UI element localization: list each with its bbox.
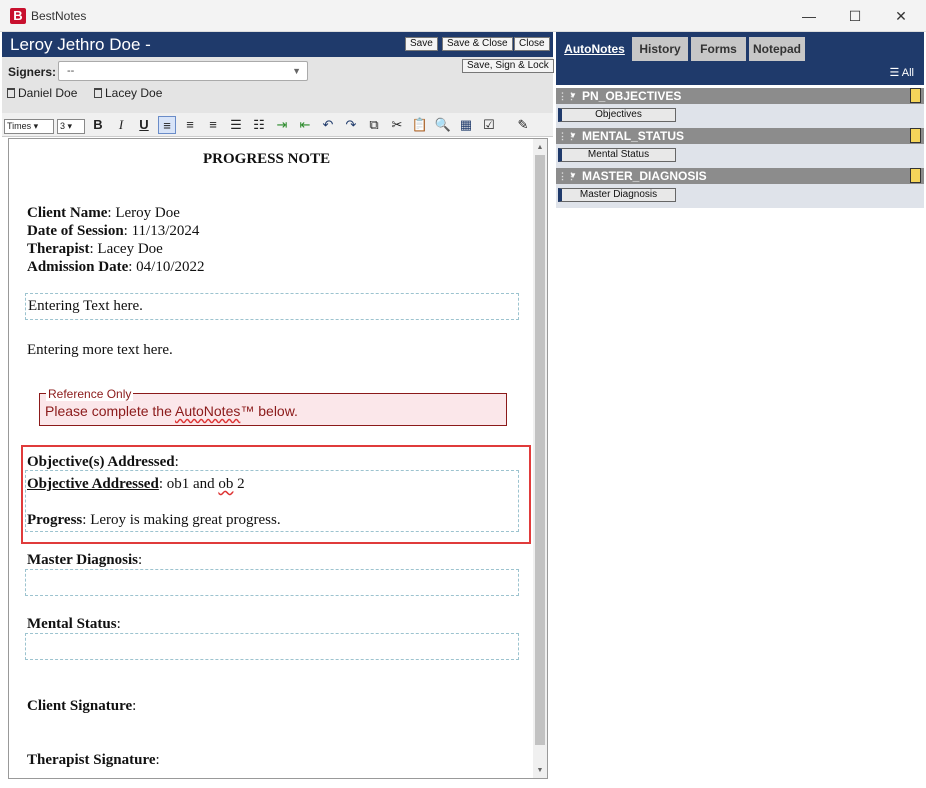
- numbered-list-icon[interactable]: ☰: [227, 116, 245, 134]
- signers-bar: Signers: -- ▼ Save, Sign & Lock Daniel D…: [2, 57, 554, 113]
- autonote-mental-status-button[interactable]: Mental Status: [558, 148, 676, 162]
- clipboard-icon[interactable]: [910, 168, 921, 183]
- client-signature-label: Client Signature:: [27, 698, 137, 714]
- table-icon[interactable]: ▦: [457, 116, 475, 134]
- clipboard-icon[interactable]: [910, 128, 921, 143]
- progress-line: Progress: Leroy is making great progress…: [27, 512, 281, 528]
- category-pn-objectives[interactable]: ⋮⋮ ▼ PN_OBJECTIVES: [556, 88, 924, 104]
- bullet-list-icon[interactable]: ☷: [250, 116, 268, 134]
- therapist-signature-label: Therapist Signature:: [27, 752, 160, 768]
- mental-status-heading: Mental Status:: [27, 616, 121, 632]
- tab-forms[interactable]: Forms: [691, 37, 746, 61]
- category-mental-status[interactable]: ⋮⋮ ▼ MENTAL_STATUS: [556, 128, 924, 144]
- align-left-icon[interactable]: ≡: [158, 116, 176, 134]
- reference-text: Please complete the AutoNotes™ below.: [45, 403, 298, 419]
- objective-addressed-line: Objective Addressed: ob1 and ob 2: [27, 476, 245, 492]
- tab-notepad[interactable]: Notepad: [749, 37, 805, 61]
- category-row: Objectives: [556, 104, 924, 128]
- objectives-heading: Objective(s) Addressed:: [27, 454, 179, 470]
- category-row: Master Diagnosis: [556, 184, 924, 208]
- trash-icon[interactable]: [94, 88, 102, 98]
- signer-daniel[interactable]: Daniel Doe: [7, 86, 77, 100]
- category-row: Mental Status: [556, 144, 924, 168]
- autonote-objectives-button[interactable]: Objectives: [558, 108, 676, 122]
- field-therapist: Therapist: Lacey Doe: [27, 241, 163, 257]
- master-diagnosis-heading: Master Diagnosis:: [27, 552, 143, 568]
- app-title: BestNotes: [31, 9, 87, 23]
- text-box-1[interactable]: Entering Text here.: [25, 293, 519, 320]
- minimize-button[interactable]: —: [786, 0, 832, 32]
- formatting-toolbar: Times ▾ 3 ▾ B I U ≡ ≡ ≡ ☰ ☷ ⇥ ⇤ ↶ ↷ ⧉ ✂ …: [2, 113, 553, 137]
- underline-icon[interactable]: U: [135, 116, 153, 134]
- signers-label: Signers:: [8, 65, 57, 79]
- note-header: Leroy Jethro Doe - Save Save & Close Clo…: [2, 32, 553, 57]
- copy-icon[interactable]: ⧉: [365, 116, 383, 134]
- save-button[interactable]: Save: [405, 37, 438, 51]
- chevron-down-icon: ▼: [292, 66, 301, 76]
- reference-only-box: Reference Only Please complete the AutoN…: [39, 387, 507, 426]
- master-diagnosis-box[interactable]: [25, 569, 519, 596]
- font-family-select[interactable]: Times ▾: [4, 119, 54, 134]
- close-window-button[interactable]: ✕: [878, 0, 924, 32]
- category-master-diagnosis[interactable]: ⋮⋮ ▼ MASTER_DIAGNOSIS: [556, 168, 924, 184]
- tab-autonotes[interactable]: AutoNotes: [560, 37, 629, 61]
- title-bar: B BestNotes — ☐ ✕: [0, 0, 926, 32]
- maximize-button[interactable]: ☐: [832, 0, 878, 32]
- paste-icon[interactable]: 📋: [411, 116, 429, 134]
- cut-icon[interactable]: ✂: [388, 116, 406, 134]
- field-date-of-session: Date of Session: 11/13/2024: [27, 223, 200, 239]
- checkbox-icon[interactable]: ☑: [480, 116, 498, 134]
- side-tabs: AutoNotes History Forms Notepad: [556, 32, 924, 61]
- expand-all-button[interactable]: ☰ All: [889, 66, 914, 79]
- italic-icon[interactable]: I: [112, 116, 130, 134]
- field-admission-date: Admission Date: 04/10/2022: [27, 259, 205, 275]
- save-sign-lock-button[interactable]: Save, Sign & Lock: [462, 59, 554, 73]
- tab-history[interactable]: History: [632, 37, 688, 61]
- edit-source-icon[interactable]: ✎: [514, 116, 532, 134]
- signer-lacey[interactable]: Lacey Doe: [94, 86, 162, 100]
- spellcheck-icon[interactable]: 🔍: [434, 116, 452, 134]
- indent-icon[interactable]: ⇥: [273, 116, 291, 134]
- note-editor-pane: Leroy Jethro Doe - Save Save & Close Clo…: [2, 32, 554, 786]
- patient-name: Leroy Jethro Doe -: [10, 35, 151, 54]
- signers-dropdown[interactable]: -- ▼: [58, 61, 308, 81]
- field-client-name: Client Name: Leroy Doe: [27, 205, 180, 221]
- redo-icon[interactable]: ↷: [342, 116, 360, 134]
- side-panel: AutoNotes History Forms Notepad ☰ All ⋮⋮…: [556, 32, 924, 786]
- mental-status-box[interactable]: [25, 633, 519, 660]
- app-logo-icon: B: [10, 8, 26, 24]
- scroll-up-icon[interactable]: ▲: [535, 141, 545, 153]
- clipboard-icon[interactable]: [910, 88, 921, 103]
- bold-icon[interactable]: B: [89, 116, 107, 134]
- caret-down-icon[interactable]: ▼: [569, 168, 577, 184]
- save-close-button[interactable]: Save & Close: [442, 37, 513, 51]
- document-title: PROGRESS NOTE: [203, 151, 331, 167]
- align-right-icon[interactable]: ≡: [204, 116, 222, 134]
- editor-scrollbar[interactable]: ▲ ▼: [533, 139, 547, 778]
- text-paragraph-2: Entering more text here.: [27, 342, 173, 358]
- note-document[interactable]: PROGRESS NOTE Client Name: Leroy Doe Dat…: [8, 138, 548, 779]
- caret-down-icon[interactable]: ▼: [569, 128, 577, 144]
- trash-icon[interactable]: [7, 88, 15, 98]
- undo-icon[interactable]: ↶: [319, 116, 337, 134]
- font-size-select[interactable]: 3 ▾: [57, 119, 85, 134]
- align-center-icon[interactable]: ≡: [181, 116, 199, 134]
- outdent-icon[interactable]: ⇤: [296, 116, 314, 134]
- signers-selected: --: [67, 65, 75, 77]
- reference-legend: Reference Only: [46, 387, 134, 401]
- list-filter-icon: ☰: [889, 67, 902, 79]
- autonote-master-diagnosis-button[interactable]: Master Diagnosis: [558, 188, 676, 202]
- scroll-down-icon[interactable]: ▼: [535, 764, 545, 776]
- autonotes-toolbar: ☰ All: [556, 61, 924, 85]
- caret-down-icon[interactable]: ▼: [569, 88, 577, 104]
- scroll-thumb[interactable]: [535, 155, 545, 745]
- close-button[interactable]: Close: [514, 37, 550, 51]
